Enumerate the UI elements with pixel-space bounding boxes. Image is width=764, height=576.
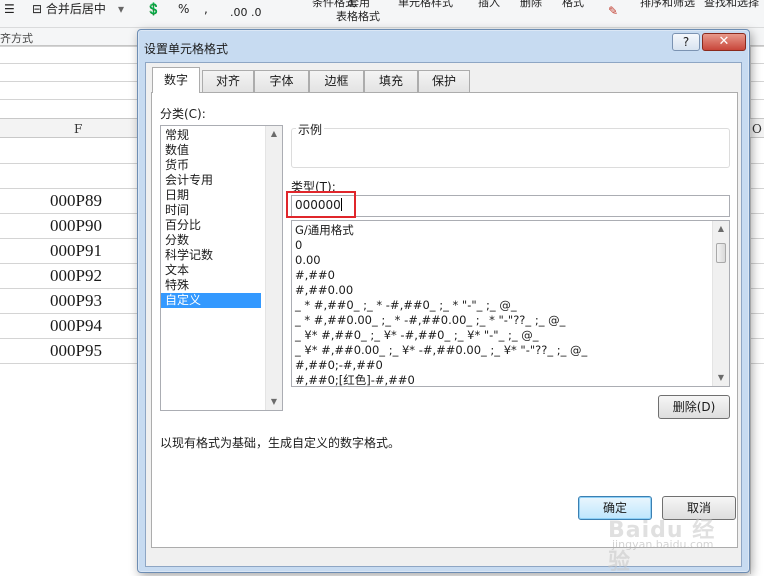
table-format-label: 表格格式 xyxy=(336,10,380,23)
sample-label: 示例 xyxy=(296,121,325,138)
format-code-item[interactable]: 0 xyxy=(292,238,707,253)
category-item[interactable]: 文本 xyxy=(161,263,261,278)
scroll-down-icon[interactable]: ▼ xyxy=(266,394,282,410)
text-caret xyxy=(340,198,342,211)
format-code-item[interactable]: _ * #,##0.00_ ;_ * -#,##0.00_ ;_ * "-"??… xyxy=(292,313,707,328)
cell-value[interactable]: 000P89 xyxy=(50,191,102,211)
tab-border[interactable]: 边框 xyxy=(309,70,364,92)
insert-button[interactable]: 插入 xyxy=(478,0,500,12)
cell-value[interactable]: 000P93 xyxy=(50,291,102,311)
format-code-item[interactable]: 0.00 xyxy=(292,253,707,268)
category-item[interactable]: 数值 xyxy=(161,143,261,158)
scroll-thumb[interactable] xyxy=(716,243,726,263)
cell-value[interactable]: 000P91 xyxy=(50,241,102,261)
format-description: 以现有格式为基础，生成自定义的数字格式。 xyxy=(160,436,401,450)
column-header-f[interactable]: F xyxy=(74,122,82,136)
cell-value[interactable]: 000P94 xyxy=(50,316,102,336)
tab-font[interactable]: 字体 xyxy=(254,70,309,92)
scroll-up-icon[interactable]: ▲ xyxy=(713,221,729,237)
merge-icon: ⊟ xyxy=(32,2,43,16)
category-item[interactable]: 会计专用 xyxy=(161,173,261,188)
category-item[interactable]: 时间 xyxy=(161,203,261,218)
format-code-item[interactable]: #,##0 xyxy=(292,268,707,283)
category-scrollbar[interactable]: ▲ ▼ xyxy=(265,126,282,410)
cell-value[interactable]: 000P92 xyxy=(50,266,102,286)
delete-cells-button[interactable]: 删除 xyxy=(520,0,542,12)
format-code-item[interactable]: _ ¥* #,##0.00_ ;_ ¥* -#,##0.00_ ;_ ¥* "-… xyxy=(292,343,707,358)
tab-alignment[interactable]: 对齐 xyxy=(202,70,254,92)
format-code-item[interactable]: _ ¥* #,##0_ ;_ ¥* -#,##0_ ;_ ¥* "-"_ ;_ … xyxy=(292,328,707,343)
category-item[interactable]: 分数 xyxy=(161,233,261,248)
merge-center-button[interactable]: ⊟ 合并后居中 xyxy=(32,0,106,18)
category-item[interactable]: 日期 xyxy=(161,188,261,203)
sample-group: 示例 xyxy=(291,121,730,168)
category-item[interactable]: 百分比 xyxy=(161,218,261,233)
ribbon: ☰ ⊟ 合并后居中 ▾ 💲 % , .00 .0 条件格式 套用 表格格式 单元… xyxy=(0,0,764,28)
eraser-icon[interactable]: ✎ xyxy=(608,2,618,20)
dialog-title: 设置单元格格式 xyxy=(144,42,229,56)
format-cells-button[interactable]: 格式 xyxy=(562,0,584,12)
alignment-group-label: 齐方式 xyxy=(0,32,33,45)
format-code-list[interactable]: G/通用格式 0 0.00 #,##0 #,##0.00 _ * #,##0_ … xyxy=(291,220,730,387)
cell-value[interactable]: 000P90 xyxy=(50,216,102,236)
format-code-item[interactable]: G/通用格式 xyxy=(292,223,707,238)
cell-style-button[interactable]: 单元格样式 xyxy=(398,0,453,12)
category-label: 分类(C): xyxy=(160,107,206,121)
category-item[interactable]: 常规 xyxy=(161,128,261,143)
close-button[interactable]: ✕ xyxy=(702,33,746,51)
format-cells-dialog: 设置单元格格式 ? ✕ 数字 对齐 字体 边框 填充 保护 分类(C): 常规 … xyxy=(137,29,750,573)
merge-dropdown-icon[interactable]: ▾ xyxy=(118,0,124,18)
format-code-item[interactable]: #,##0.00 xyxy=(292,283,707,298)
decimal-buttons[interactable]: .00 .0 xyxy=(230,4,262,22)
sort-filter-button[interactable]: 排序和筛选 xyxy=(640,0,695,12)
dialog-body: 数字 对齐 字体 边框 填充 保护 分类(C): 常规 数值 货币 会计专用 日… xyxy=(145,62,742,567)
comma-button[interactable]: , xyxy=(204,0,208,18)
cell-value[interactable]: 000P95 xyxy=(50,341,102,361)
delete-format-button[interactable]: 删除(D) xyxy=(658,395,730,419)
format-code-item[interactable]: #,##0;-#,##0 xyxy=(292,358,707,373)
type-input-value: 000000 xyxy=(295,198,341,212)
scroll-up-icon[interactable]: ▲ xyxy=(266,126,282,142)
help-button[interactable]: ? xyxy=(672,33,700,51)
scroll-down-icon[interactable]: ▼ xyxy=(713,370,729,386)
find-select-button[interactable]: 查找和选择 xyxy=(704,0,759,12)
wrap-text-icon[interactable]: ☰ xyxy=(4,0,15,18)
format-list-scrollbar[interactable]: ▲ ▼ xyxy=(712,221,729,386)
tab-fill[interactable]: 填充 xyxy=(364,70,418,92)
cancel-button[interactable]: 取消 xyxy=(662,496,736,520)
category-item[interactable]: 科学记数 xyxy=(161,248,261,263)
format-code-item[interactable]: _ * #,##0_ ;_ * -#,##0_ ;_ * "-"_ ;_ @_ xyxy=(292,298,707,313)
category-item-selected[interactable]: 自定义 xyxy=(161,293,261,308)
type-input[interactable]: 000000 xyxy=(291,195,730,217)
category-item[interactable]: 特殊 xyxy=(161,278,261,293)
type-label: 类型(T): xyxy=(291,180,336,194)
column-header-o[interactable]: O xyxy=(752,122,762,136)
category-list[interactable]: 常规 数值 货币 会计专用 日期 时间 百分比 分数 科学记数 文本 特殊 自定… xyxy=(160,125,283,411)
tab-protection[interactable]: 保护 xyxy=(418,70,470,92)
ok-button[interactable]: 确定 xyxy=(578,496,652,520)
format-code-item[interactable]: #,##0;[红色]-#,##0 xyxy=(292,373,707,386)
number-tab-panel: 分类(C): 常规 数值 货币 会计专用 日期 时间 百分比 分数 科学记数 文… xyxy=(151,92,738,548)
tab-number[interactable]: 数字 xyxy=(152,67,200,93)
category-item[interactable]: 货币 xyxy=(161,158,261,173)
percent-button[interactable]: % xyxy=(178,0,189,18)
currency-icon[interactable]: 💲 xyxy=(146,0,161,18)
